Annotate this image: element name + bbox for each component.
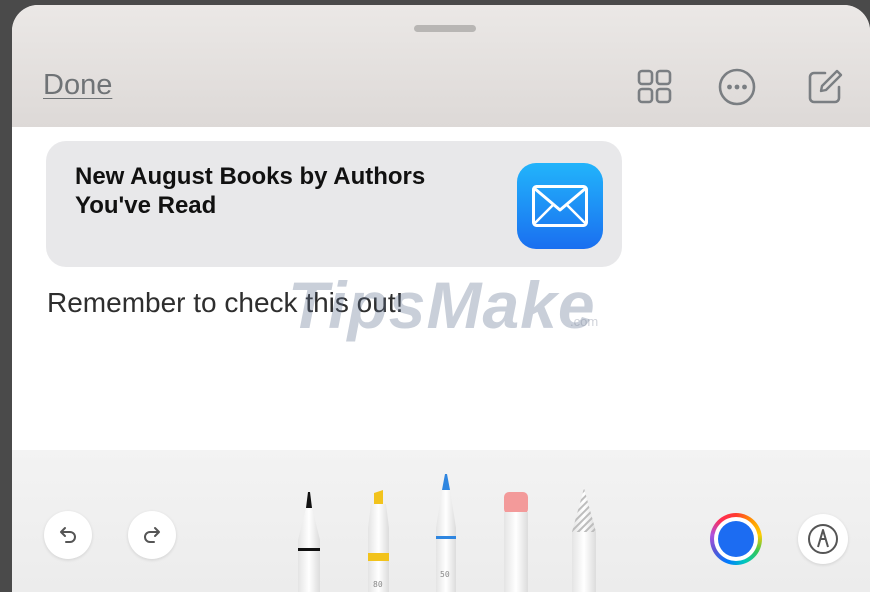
link-card-title: New August Books by Authors You've Read <box>75 163 426 219</box>
ruler-tool[interactable] <box>566 486 602 592</box>
pencil-width-label: 50 <box>440 570 450 579</box>
markup-toolbar: 80 50 <box>12 450 870 592</box>
grid-view-icon[interactable] <box>635 67 675 107</box>
sheet-grabber[interactable] <box>414 25 476 32</box>
markup-button[interactable] <box>798 514 848 564</box>
note-body-text[interactable]: Remember to check this out! <box>47 287 403 319</box>
redo-icon <box>144 527 160 543</box>
notes-sheet: Done New August Books by Authors You've … <box>12 5 870 592</box>
more-options-icon[interactable] <box>717 67 757 107</box>
marker-width-label: 80 <box>373 580 383 589</box>
link-preview-card[interactable]: New August Books by Authors You've Read <box>46 141 622 267</box>
color-picker-button[interactable] <box>710 513 762 565</box>
undo-button[interactable] <box>44 511 92 559</box>
mail-app-icon <box>517 163 603 249</box>
markup-icon <box>808 524 838 554</box>
pencil-tool[interactable]: 50 <box>428 470 464 592</box>
done-button[interactable]: Done <box>43 69 112 102</box>
redo-button[interactable] <box>128 511 176 559</box>
pen-tool[interactable] <box>291 488 327 592</box>
eraser-tool[interactable] <box>498 490 534 592</box>
watermark-domain: .com <box>570 314 599 329</box>
undo-icon <box>60 527 76 543</box>
compose-icon[interactable] <box>805 67 845 107</box>
marker-tool[interactable]: 80 <box>360 488 396 592</box>
header-bar: Done <box>12 5 870 127</box>
selected-color-swatch <box>718 521 754 557</box>
